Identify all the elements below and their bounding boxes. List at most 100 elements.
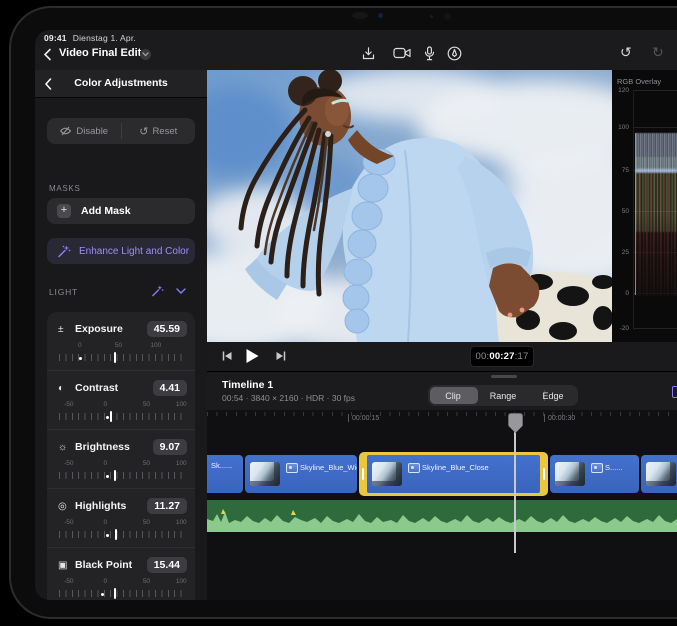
disable-reset-group: Disable ↺ Reset: [47, 118, 195, 144]
plus-icon: +: [57, 204, 71, 218]
slider-current-marker[interactable]: [114, 470, 116, 481]
slider-default-dot: [79, 357, 82, 360]
black-point-value[interactable]: 15.44: [147, 557, 187, 573]
panel-title: Color Adjustments: [35, 77, 207, 89]
timeline-header: Timeline 1 00:54 · 3840 × 2160 · HDR · 3…: [207, 372, 677, 410]
slider-current-marker[interactable]: [114, 588, 116, 599]
audio-track[interactable]: [207, 500, 677, 532]
brightness-icon: ☼: [58, 442, 75, 453]
black-point-slider[interactable]: -50 0 50 100: [59, 578, 186, 600]
collapse-chevron-icon[interactable]: [176, 288, 186, 294]
clipped-option-icon[interactable]: [672, 386, 677, 398]
skip-back-icon[interactable]: [221, 350, 233, 362]
contrast-slider[interactable]: -50 0 50 100: [59, 401, 186, 427]
status-time: 09:41: [44, 33, 67, 43]
exposure-row: ± Exposure 45.59 0 50 100: [47, 312, 195, 370]
microphone-icon[interactable]: [423, 46, 436, 61]
brightness-value[interactable]: 9.07: [153, 439, 187, 455]
contrast-value[interactable]: 4.41: [153, 380, 187, 396]
redo-button[interactable]: ↻: [652, 44, 664, 60]
brightness-slider[interactable]: -50 0 50 100: [59, 460, 186, 486]
panel-drag-handle[interactable]: [491, 375, 517, 378]
clip-skyline-partial[interactable]: Sk......: [207, 455, 243, 493]
draw-tool-icon[interactable]: [447, 46, 462, 61]
video-frame-art: [207, 70, 612, 342]
reset-button[interactable]: ↺ Reset: [122, 118, 196, 144]
exposure-slider[interactable]: 0 50 100: [59, 342, 186, 368]
reset-icon: ↺: [139, 125, 148, 138]
auto-enhance-icon[interactable]: [151, 284, 164, 297]
trim-handle-left[interactable]: [362, 468, 364, 480]
front-camera-oval: [352, 12, 368, 19]
highlights-icon: ◎: [58, 501, 75, 512]
transport-bar: 00:00:27:17: [207, 342, 677, 372]
clip-thumbnail: [646, 462, 676, 486]
camera-sensor-dot: [430, 15, 433, 18]
back-button[interactable]: [43, 48, 52, 61]
media-icon: [408, 463, 420, 473]
screenshot-root: { "status_bar": {"time": "09:41", "date"…: [0, 0, 677, 626]
add-mask-button[interactable]: + Add Mask: [47, 198, 195, 224]
enhance-light-color-button[interactable]: Enhance Light and Color: [47, 238, 195, 264]
clip-s-partial[interactable]: S......: [550, 455, 639, 493]
import-icon[interactable]: [361, 46, 376, 61]
rgb-waveform: [635, 133, 677, 295]
contrast-row: ◐ Contrast 4.41 -50 0 50 100: [47, 370, 195, 429]
media-icon: [591, 463, 603, 473]
project-title-menu[interactable]: [140, 49, 151, 60]
magic-wand-icon: [57, 244, 71, 258]
clip-right-partial[interactable]: [641, 455, 677, 493]
slider-default-dot: [101, 593, 104, 596]
mode-range[interactable]: Range: [478, 391, 528, 401]
panel-header: Color Adjustments: [35, 70, 207, 98]
ruler-label: 00:00:15: [348, 414, 379, 422]
clip-thumbnail: [372, 462, 402, 486]
slider-current-marker[interactable]: [115, 529, 117, 540]
clip-skyline-blue-close-selected[interactable]: Skyline_Blue_Close: [359, 452, 548, 496]
clip-skyline-blue-wide[interactable]: Skyline_Blue_Wide: [245, 455, 357, 493]
mode-clip[interactable]: Clip: [428, 391, 478, 401]
color-adjustments-panel: Color Adjustments Disable ↺ Reset MASKS …: [35, 70, 208, 600]
undo-button[interactable]: ↺: [620, 44, 632, 60]
exposure-icon: ±: [58, 324, 75, 335]
clip-thumbnail: [250, 462, 280, 486]
camera-icon[interactable]: [393, 46, 412, 60]
light-sliders-card: ± Exposure 45.59 0 50 100: [47, 312, 195, 600]
playhead-line[interactable]: [514, 432, 516, 553]
timeline-meta: 00:54 · 3840 × 2160 · HDR · 30 fps: [222, 393, 355, 403]
slider-default-dot: [106, 534, 109, 537]
camera-sensor-ring: [444, 13, 451, 20]
timeline[interactable]: 00:00:15 00:00:30 Sk...... Skyline_Blue_…: [207, 410, 677, 600]
audio-waveform: [207, 500, 677, 532]
mode-edge[interactable]: Edge: [528, 391, 578, 401]
disable-button[interactable]: Disable: [47, 118, 121, 144]
masks-section-label: MASKS: [49, 184, 81, 193]
exposure-value[interactable]: 45.59: [147, 321, 187, 337]
front-camera-lens: [378, 13, 383, 18]
status-bar: 09:41Dienstag 1. Apr.: [44, 33, 136, 43]
highlights-value[interactable]: 11.27: [147, 498, 187, 514]
contrast-icon: ◐: [58, 383, 75, 394]
slider-default-dot: [106, 475, 109, 478]
highlights-row: ◎ Highlights 11.27 -50 0 50 100: [47, 488, 195, 547]
rgb-overlay-scope: RGB Overlay 120 100 75 50 25 0 -20: [612, 70, 677, 342]
scope-title: RGB Overlay: [617, 77, 661, 86]
skip-forward-icon[interactable]: [275, 350, 287, 362]
light-section-header: LIGHT: [35, 284, 207, 300]
play-button[interactable]: [245, 348, 260, 364]
brightness-row: ☼ Brightness 9.07 -50 0 50 100: [47, 429, 195, 488]
ruler-label: 00:00:30: [544, 414, 575, 422]
black-point-row: ▣ Black Point 15.44 -50 0 50 100: [47, 547, 195, 600]
slider-current-marker[interactable]: [110, 411, 112, 422]
timeline-ruler[interactable]: 00:00:15 00:00:30: [207, 412, 677, 432]
timecode-display[interactable]: 00:00:27:17: [470, 346, 534, 367]
light-section-label: LIGHT: [49, 287, 78, 297]
black-point-icon: ▣: [58, 560, 75, 571]
slider-current-marker[interactable]: [114, 352, 116, 363]
slider-default-dot: [106, 416, 109, 419]
media-icon: [286, 463, 298, 473]
highlights-slider[interactable]: -50 0 50 100: [59, 519, 186, 545]
trim-handle-right[interactable]: [543, 468, 545, 480]
edit-mode-segmented-control: Clip Range Edge: [428, 385, 578, 406]
video-preview[interactable]: [207, 70, 612, 342]
